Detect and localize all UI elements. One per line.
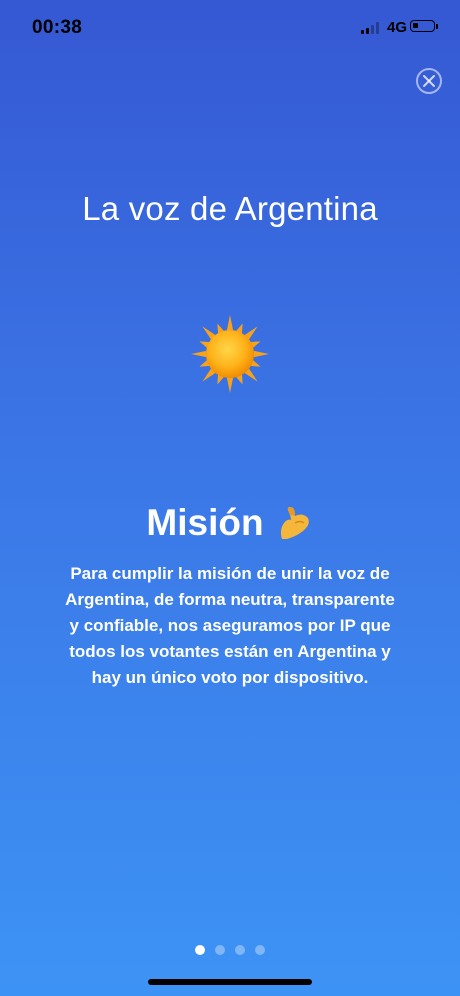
signal-strength-icon: [361, 22, 379, 34]
sun-ray: [191, 350, 207, 358]
page-dot-3[interactable]: [235, 945, 245, 955]
close-icon: [423, 75, 435, 87]
sun-ray: [226, 315, 234, 331]
sun-ray: [226, 377, 234, 393]
close-button[interactable]: [416, 68, 442, 94]
onboarding-title: La voz de Argentina: [82, 190, 378, 227]
page-dot-1[interactable]: [195, 945, 205, 955]
mission-description: Para cumplir la misión de unir la voz de…: [65, 564, 395, 687]
network-type: 4G: [387, 19, 408, 36]
battery-icon: [410, 20, 435, 32]
page-indicator[interactable]: [0, 945, 460, 955]
mission-heading-label: Misión: [146, 502, 264, 543]
status-bar: 00:38 4G: [0, 0, 460, 56]
sun-ray: [253, 350, 269, 358]
battery-tip: [436, 24, 438, 29]
flexed-biceps-icon: [280, 506, 309, 539]
mission-heading: Misión: [0, 502, 460, 544]
home-indicator[interactable]: [148, 979, 312, 985]
page-dot-2[interactable]: [215, 945, 225, 955]
status-time: 00:38: [32, 17, 83, 38]
page-dot-4[interactable]: [255, 945, 265, 955]
sun-icon: [191, 315, 269, 393]
